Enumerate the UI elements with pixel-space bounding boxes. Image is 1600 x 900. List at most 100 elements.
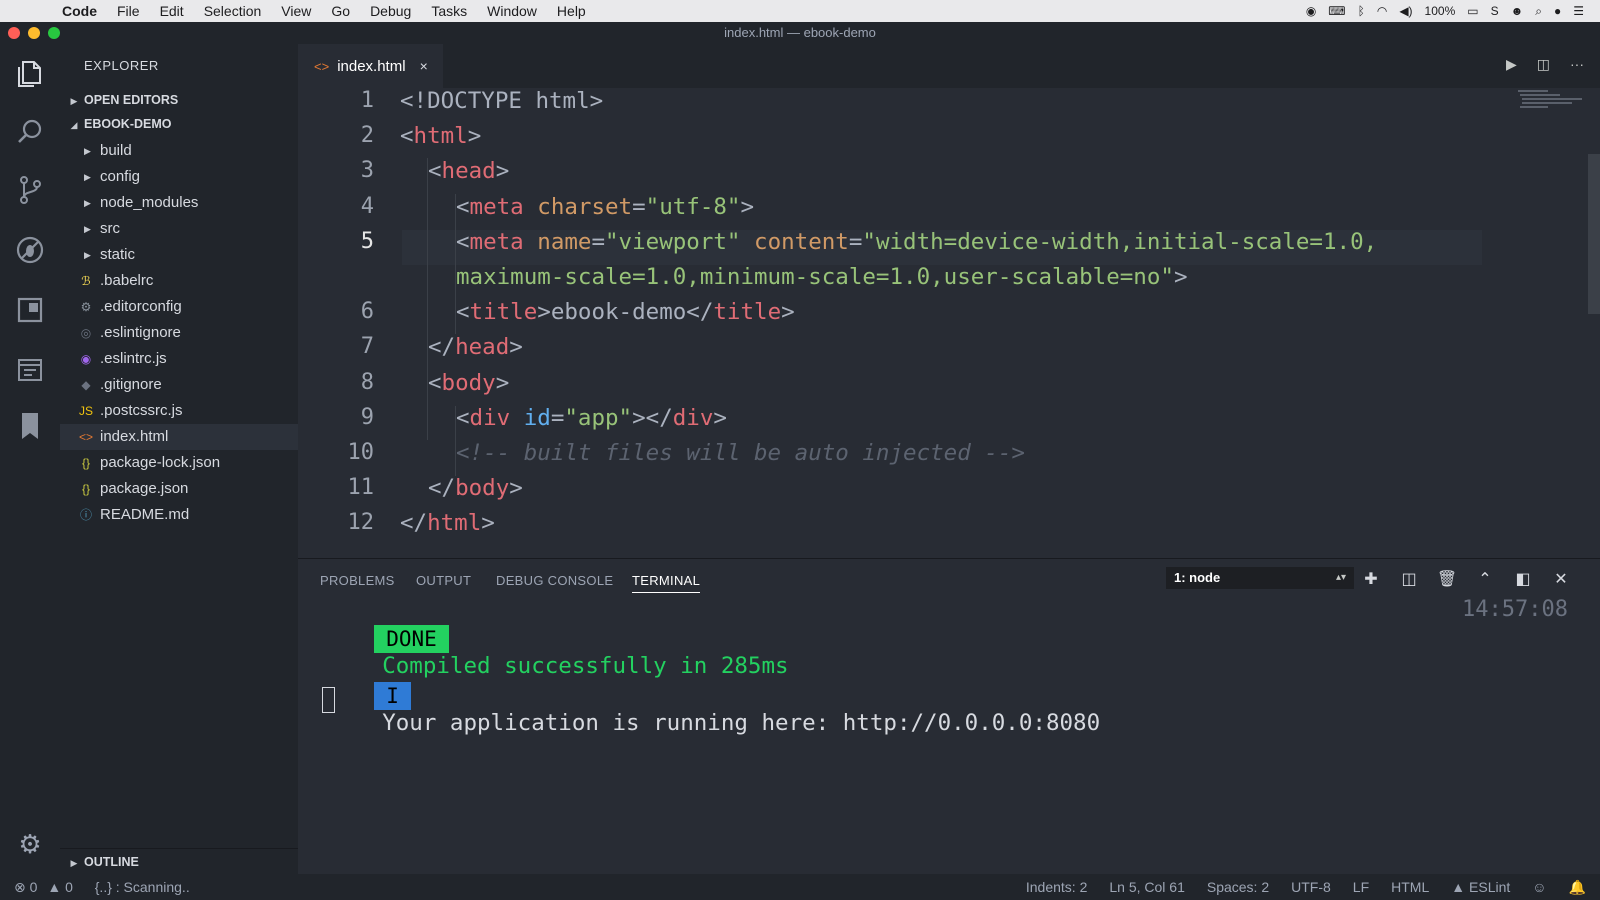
bookmarks-icon[interactable]: [14, 410, 46, 442]
code-token: id: [523, 405, 551, 431]
file-item[interactable]: <> index.html: [60, 424, 298, 450]
eol-status[interactable]: LF: [1353, 874, 1369, 900]
split-editor-icon[interactable]: ◫: [1537, 56, 1550, 73]
notification-center-icon[interactable]: ☰: [1573, 4, 1584, 18]
code-line: maximum-scale=1.0,minimum-scale=1.0,user…: [456, 264, 1188, 290]
explorer-icon[interactable]: [14, 58, 46, 90]
new-terminal-icon[interactable]: ✚: [1360, 569, 1382, 591]
outline-section[interactable]: ▶ OUTLINE: [60, 848, 298, 874]
remote-explorer-icon[interactable]: [14, 354, 46, 386]
code-token: "utf-8": [645, 194, 741, 220]
eslint-status[interactable]: ▲ ESLint: [1451, 874, 1510, 900]
settings-gear-icon[interactable]: ⚙: [16, 830, 44, 858]
terminal-select[interactable]: 1: node ▴▾: [1166, 567, 1354, 589]
file-item[interactable]: ◎ .eslintignore: [60, 320, 298, 346]
menu-selection[interactable]: Selection: [194, 0, 272, 22]
file-item[interactable]: ◆ .gitignore: [60, 372, 298, 398]
editor-tab-bar: <> index.html ×: [298, 44, 1600, 88]
feedback-smiley-icon[interactable]: ☺: [1532, 874, 1546, 900]
folder-label: node_modules: [100, 194, 199, 211]
spaces-status[interactable]: Spaces: 2: [1207, 874, 1269, 900]
more-actions-icon[interactable]: ···: [1570, 56, 1584, 73]
folder-item[interactable]: ▶ static: [60, 242, 298, 268]
file-item[interactable]: ⚙ .editorconfig: [60, 294, 298, 320]
close-window-button[interactable]: [8, 27, 20, 39]
menu-view[interactable]: View: [271, 0, 321, 22]
siri-icon[interactable]: ●: [1554, 4, 1561, 18]
app-s-icon[interactable]: S: [1491, 4, 1499, 18]
outline-label: OUTLINE: [84, 855, 139, 869]
error-icon[interactable]: ⊗: [14, 879, 26, 895]
trash-icon[interactable]: 🗑: [1436, 569, 1458, 591]
maximize-panel-icon[interactable]: ⌃: [1474, 569, 1496, 591]
menu-file[interactable]: File: [107, 0, 150, 22]
tab-debug-console[interactable]: DEBUG CONSOLE: [496, 573, 613, 588]
user-icon[interactable]: ☻: [1511, 4, 1524, 18]
minimap[interactable]: [1516, 88, 1586, 118]
bluetooth-icon[interactable]: ᛒ: [1358, 4, 1365, 18]
editor-actions: ▶ ◫ ···: [1506, 56, 1584, 73]
source-control-icon[interactable]: [14, 174, 46, 206]
folder-item[interactable]: ▶ src: [60, 216, 298, 242]
project-section[interactable]: ◢ EBOOK-DEMO: [60, 112, 298, 136]
battery-icon[interactable]: ▭: [1467, 4, 1478, 18]
terminal-cursor[interactable]: [322, 687, 335, 713]
notification-bell-icon[interactable]: 🔔: [1569, 874, 1586, 900]
file-item[interactable]: {} package.json: [60, 476, 298, 502]
language-mode[interactable]: HTML: [1391, 874, 1429, 900]
debug-icon[interactable]: [14, 234, 46, 266]
maximize-window-button[interactable]: [48, 27, 60, 39]
file-label: .babelrc: [100, 272, 154, 289]
folder-item[interactable]: ▶ config: [60, 164, 298, 190]
tab-close-icon[interactable]: ×: [420, 58, 428, 74]
search-icon[interactable]: [14, 116, 46, 148]
split-terminal-icon[interactable]: ◫: [1398, 569, 1420, 591]
warning-count[interactable]: 0: [65, 879, 73, 895]
warning-icon[interactable]: ▲: [47, 879, 61, 895]
open-editors-section[interactable]: ▶ OPEN EDITORS: [60, 88, 298, 112]
folder-item[interactable]: ▶ node_modules: [60, 190, 298, 216]
volume-icon[interactable]: ◀): [1399, 4, 1412, 18]
info-icon: ⓘ: [79, 508, 92, 522]
cursor-position[interactable]: Ln 5, Col 61: [1109, 874, 1185, 900]
menu-go[interactable]: Go: [321, 0, 360, 22]
record-icon[interactable]: ◉: [1306, 4, 1316, 18]
run-icon[interactable]: ▶: [1506, 56, 1517, 73]
editor-scrollbar[interactable]: [1588, 154, 1600, 314]
folder-item[interactable]: ▶ build: [60, 138, 298, 164]
indents-status[interactable]: Indents: 2: [1026, 874, 1088, 900]
tab-index-html[interactable]: <> index.html ×: [298, 44, 443, 88]
file-item[interactable]: JS .postcssrc.js: [60, 398, 298, 424]
tab-label: index.html: [337, 57, 406, 75]
file-item[interactable]: ◉ .eslintrc.js: [60, 346, 298, 372]
menu-debug[interactable]: Debug: [360, 0, 421, 22]
file-item[interactable]: ℬ .babelrc: [60, 268, 298, 294]
menu-help[interactable]: Help: [547, 0, 596, 22]
file-label: .eslintrc.js: [100, 350, 167, 367]
tab-output[interactable]: OUTPUT: [416, 573, 471, 588]
spotlight-search-icon[interactable]: ⌕: [1535, 4, 1542, 19]
menu-window[interactable]: Window: [477, 0, 547, 22]
tab-problems[interactable]: PROBLEMS: [320, 573, 395, 588]
menu-tasks[interactable]: Tasks: [421, 0, 477, 22]
eslint-icon: ◉: [80, 352, 92, 366]
extensions-icon[interactable]: [14, 294, 46, 326]
file-item[interactable]: {} package-lock.json: [60, 450, 298, 476]
toggle-panel-position-icon[interactable]: ◧: [1512, 569, 1534, 591]
status-right: Indents: 2 Ln 5, Col 61 Spaces: 2 UTF-8 …: [1026, 874, 1586, 900]
encoding-status[interactable]: UTF-8: [1291, 874, 1331, 900]
error-count[interactable]: 0: [30, 879, 38, 895]
wifi-icon[interactable]: ◠: [1377, 4, 1387, 18]
minimize-window-button[interactable]: [28, 27, 40, 39]
menu-app-name[interactable]: Code: [52, 0, 107, 22]
indent-guide: [455, 406, 456, 476]
code-editor[interactable]: 1 2 3 4 5 6 7 8 9 10 11 12 <!DOCTYPE html> <html> <he…: [298, 88, 1600, 558]
close-panel-icon[interactable]: ✕: [1550, 569, 1572, 591]
menu-edit[interactable]: Edit: [150, 0, 194, 22]
indent-guide: [455, 194, 456, 334]
input-method-icon[interactable]: ⌨: [1328, 4, 1345, 18]
tab-terminal[interactable]: TERMINAL: [632, 573, 701, 593]
code-token: "app": [564, 405, 633, 431]
project-label: EBOOK-DEMO: [84, 117, 172, 131]
file-item[interactable]: ⓘ README.md: [60, 502, 298, 528]
